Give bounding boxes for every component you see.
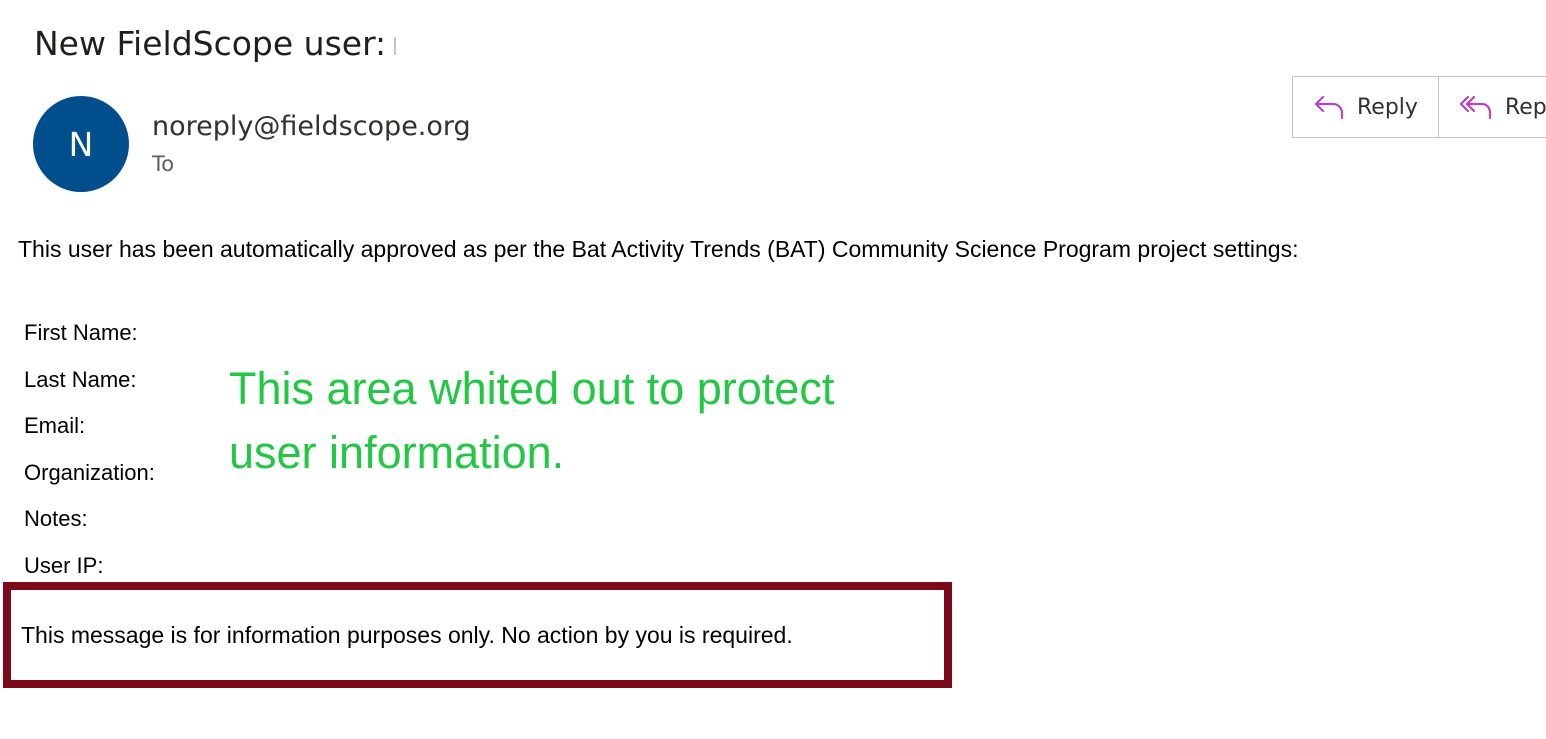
field-email: Email: xyxy=(24,413,86,438)
message-action-bar: Reply Rep xyxy=(1292,76,1546,138)
approval-intro-text: This user has been automatically approve… xyxy=(18,236,1299,262)
reply-label: Reply xyxy=(1357,94,1418,120)
subject-redaction-mark xyxy=(394,36,397,55)
user-fields-list: First Name: Last Name: Email: Organizati… xyxy=(24,316,155,595)
reply-all-label: Rep xyxy=(1504,94,1546,120)
notice-text: This message is for information purposes… xyxy=(21,622,793,648)
notice-highlight-box: This message is for information purposes… xyxy=(3,582,952,688)
redaction-annotation: This area whited out to protect user inf… xyxy=(229,363,835,478)
reply-all-icon xyxy=(1459,94,1493,120)
field-organization: Organization: xyxy=(24,459,155,485)
sender-address[interactable]: noreply@fieldscope.org xyxy=(152,108,471,146)
email-subject: New FieldScope user: xyxy=(34,20,397,68)
field-first-name: First Name: xyxy=(24,320,138,345)
subject-text: New FieldScope user: xyxy=(34,24,387,63)
reply-all-button[interactable]: Rep xyxy=(1439,77,1546,137)
reply-button[interactable]: Reply xyxy=(1293,77,1439,137)
field-last-name: Last Name: xyxy=(24,366,137,392)
sender-avatar[interactable]: N xyxy=(33,96,129,192)
to-label: To xyxy=(152,152,175,176)
avatar-initial: N xyxy=(68,124,94,164)
reply-icon xyxy=(1313,94,1345,120)
field-notes: Notes: xyxy=(24,506,88,531)
